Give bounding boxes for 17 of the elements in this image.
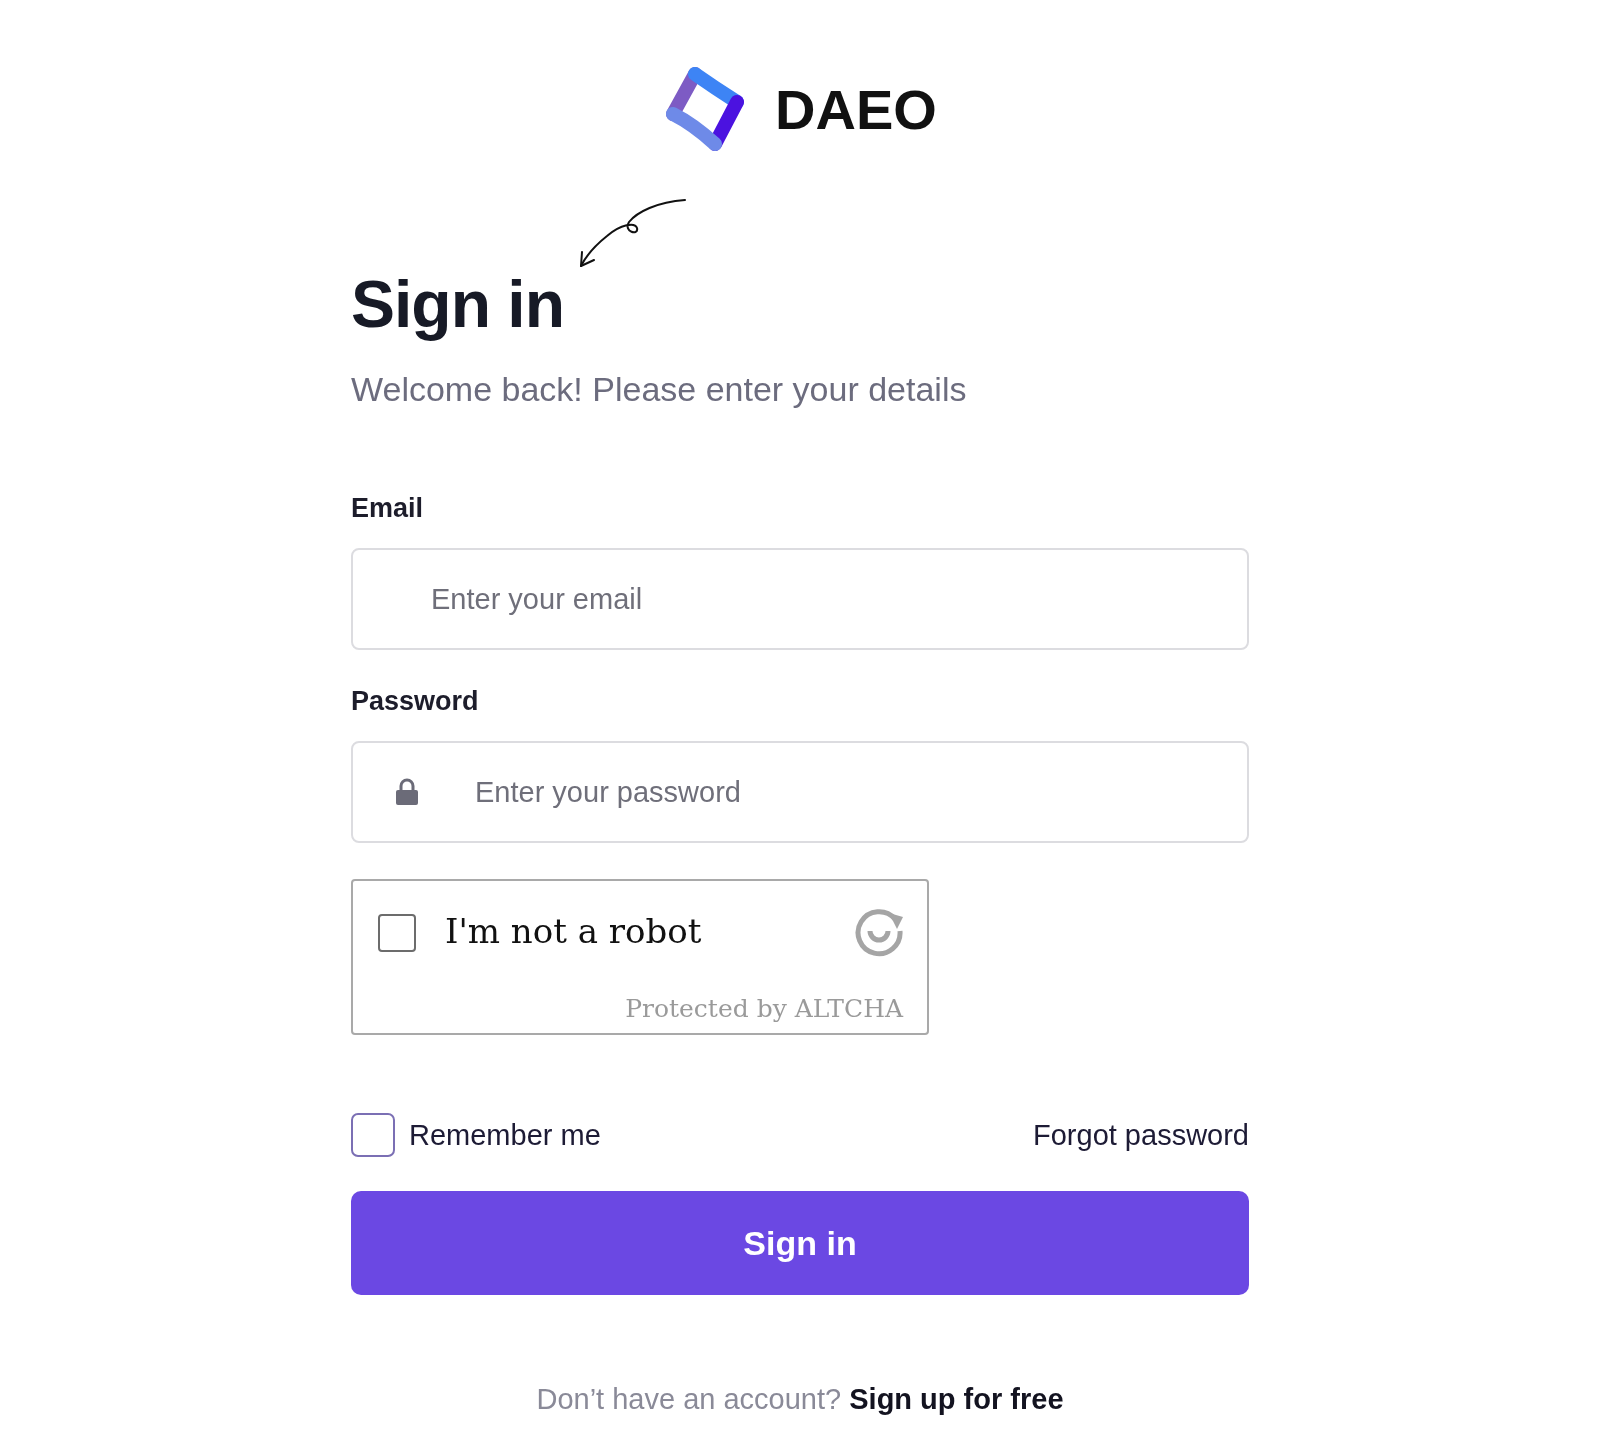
captcha-label: I'm not a robot (445, 911, 702, 951)
field-label: Email (351, 493, 425, 524)
remember-checkbox[interactable] (351, 1113, 395, 1157)
sign-up-link[interactable]: Sign up for free (849, 1383, 1064, 1415)
sign-in-button[interactable]: Sign in (351, 1191, 1249, 1295)
brand-name: DAEO (775, 76, 937, 142)
password-field[interactable]: Enter your password (351, 741, 1249, 843)
signup-prompt: Don’t have an account? (536, 1383, 842, 1415)
forgot-password-link[interactable]: Forgot password (1033, 1118, 1249, 1152)
remember-label: Remember me (409, 1118, 601, 1152)
captcha-checkbox[interactable] (378, 914, 416, 952)
subtitle: Welcome back! Please enter your details (351, 370, 968, 409)
captcha-footer: Protected by ALTCHA (625, 994, 903, 1023)
page-title: Sign in (351, 266, 565, 342)
email-field[interactable]: Enter your email (351, 548, 1249, 650)
field-label: Password (351, 686, 480, 717)
lock-icon (395, 778, 419, 806)
